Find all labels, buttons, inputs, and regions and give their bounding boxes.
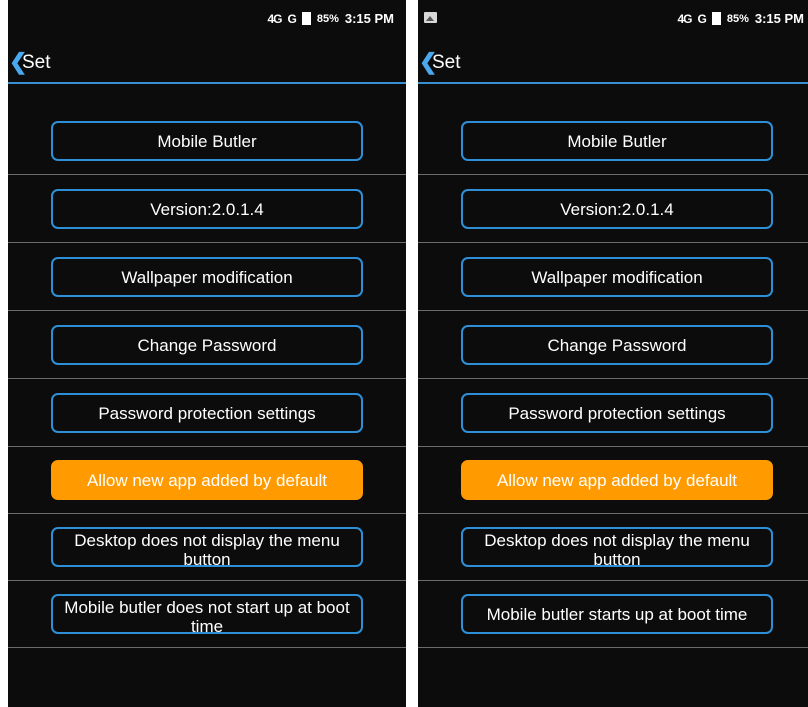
battery-icon: [301, 12, 311, 25]
page-title: Set: [432, 52, 461, 73]
signal-4g-icon: 4G: [267, 11, 282, 26]
battery-percent: 85%: [726, 12, 749, 25]
allow-new-app-toggle-button[interactable]: Allow new app added by default: [51, 460, 363, 500]
list-item: Password protection settings: [418, 379, 808, 447]
list-item: Desktop does not display the menu button: [418, 513, 808, 581]
list-item: Allow new app added by default: [8, 446, 406, 514]
boot-startup-toggle-button[interactable]: Mobile butler does not start up at boot …: [51, 594, 363, 636]
list-item: Mobile butler starts up at boot time: [418, 580, 808, 648]
phone-screen-left: 4G G 85% 3:15 PM ❮ Set Mobile Butler Ver…: [8, 0, 406, 707]
change-password-button[interactable]: Change Password: [461, 325, 773, 365]
list-item: Password protection settings: [8, 379, 406, 447]
list-item: Allow new app added by default: [418, 446, 808, 514]
mobile-butler-button[interactable]: Mobile Butler: [461, 121, 773, 161]
status-bar: 4G G 85% 3:15 PM: [8, 0, 406, 38]
image-notification-icon: [424, 12, 437, 23]
list-item: Wallpaper modification: [418, 243, 808, 311]
password-protection-settings-button[interactable]: Password protection settings: [461, 393, 773, 433]
change-password-button[interactable]: Change Password: [51, 325, 363, 365]
list-item: Mobile butler does not start up at boot …: [8, 580, 406, 648]
battery-percent: 85%: [316, 12, 339, 25]
list-item: Change Password: [8, 311, 406, 379]
list-item: Desktop does not display the menu button: [8, 513, 406, 581]
page-title: Set: [22, 52, 51, 73]
list-item: Version:2.0.1.4: [418, 175, 808, 243]
boot-startup-toggle-button[interactable]: Mobile butler starts up at boot time: [461, 594, 773, 634]
password-protection-settings-button[interactable]: Password protection settings: [51, 393, 363, 433]
battery-icon: [711, 12, 721, 25]
desktop-menu-button-toggle[interactable]: Desktop does not display the menu button: [51, 527, 363, 569]
desktop-menu-button-toggle[interactable]: Desktop does not display the menu button: [461, 527, 773, 569]
mobile-butler-button[interactable]: Mobile Butler: [51, 121, 363, 161]
status-bar: 4G G 85% 3:15 PM: [418, 0, 808, 38]
list-item: Change Password: [418, 311, 808, 379]
signal-g-icon: G: [287, 11, 296, 26]
version-button[interactable]: Version:2.0.1.4: [51, 189, 363, 229]
allow-new-app-toggle-button[interactable]: Allow new app added by default: [461, 460, 773, 500]
title-bar: ❮ Set: [418, 38, 808, 84]
signal-g-icon: G: [697, 11, 706, 26]
list-item: Wallpaper modification: [8, 243, 406, 311]
clock: 3:15 PM: [344, 11, 394, 26]
list-item: Mobile Butler: [418, 107, 808, 175]
title-bar: ❮ Set: [8, 38, 406, 84]
wallpaper-modification-button[interactable]: Wallpaper modification: [51, 257, 363, 297]
list-item: Mobile Butler: [8, 107, 406, 175]
phone-screen-right: 4G G 85% 3:15 PM ❮ Set Mobile Butler Ver…: [418, 0, 808, 707]
clock: 3:15 PM: [754, 11, 804, 26]
wallpaper-modification-button[interactable]: Wallpaper modification: [461, 257, 773, 297]
signal-4g-icon: 4G: [677, 11, 692, 26]
list-item: Version:2.0.1.4: [8, 175, 406, 243]
version-button[interactable]: Version:2.0.1.4: [461, 189, 773, 229]
